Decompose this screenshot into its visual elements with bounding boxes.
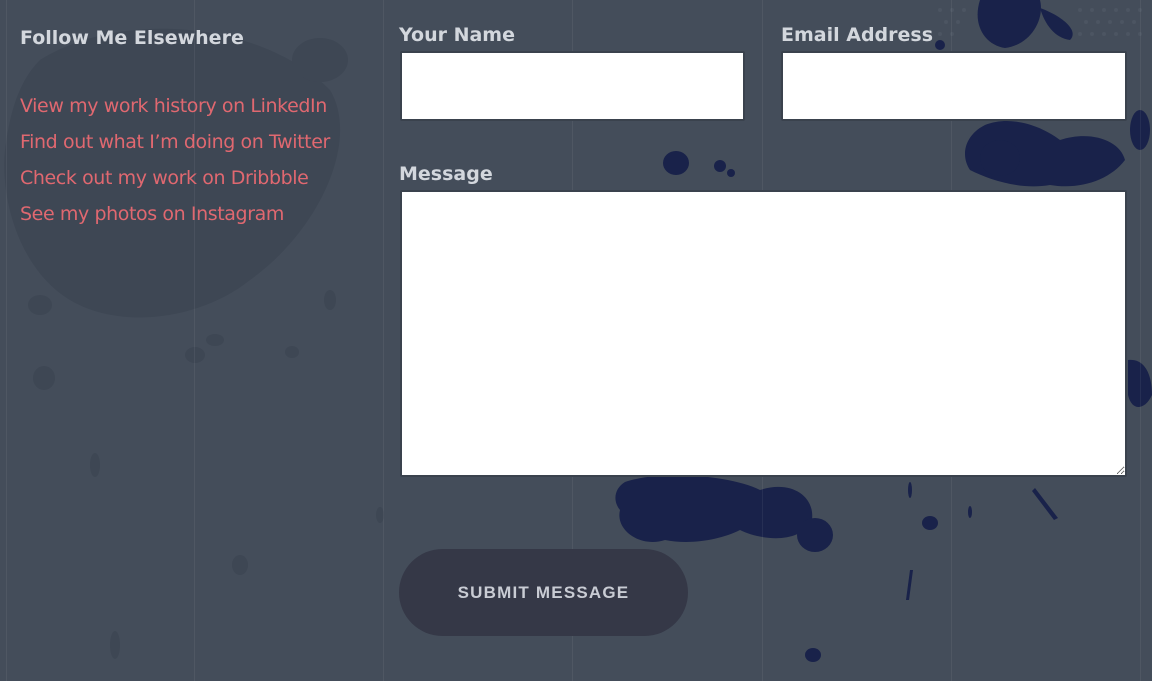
dribbble-link[interactable]: Check out my work on Dribbble bbox=[20, 160, 370, 196]
message-textarea[interactable] bbox=[400, 190, 1127, 477]
column-line bbox=[383, 0, 384, 681]
name-label: Your Name bbox=[399, 24, 515, 46]
sidebar-heading: Follow Me Elsewhere bbox=[20, 27, 244, 49]
twitter-link[interactable]: Find out what I’m doing on Twitter bbox=[20, 124, 370, 160]
column-line bbox=[6, 0, 7, 681]
instagram-link[interactable]: See my photos on Instagram bbox=[20, 196, 370, 232]
email-input[interactable] bbox=[781, 51, 1127, 121]
message-label: Message bbox=[399, 163, 493, 185]
column-line bbox=[1140, 0, 1141, 681]
list-item: See my photos on Instagram bbox=[20, 196, 370, 232]
social-links-list: View my work history on LinkedIn Find ou… bbox=[20, 88, 370, 232]
list-item: Find out what I’m doing on Twitter bbox=[20, 124, 370, 160]
submit-message-button[interactable]: SUBMIT MESSAGE bbox=[399, 549, 688, 636]
name-input[interactable] bbox=[400, 51, 745, 121]
list-item: View my work history on LinkedIn bbox=[20, 88, 370, 124]
linkedin-link[interactable]: View my work history on LinkedIn bbox=[20, 88, 370, 124]
email-label: Email Address bbox=[781, 24, 934, 46]
list-item: Check out my work on Dribbble bbox=[20, 160, 370, 196]
social-sidebar: Follow Me Elsewhere View my work history… bbox=[20, 24, 370, 232]
